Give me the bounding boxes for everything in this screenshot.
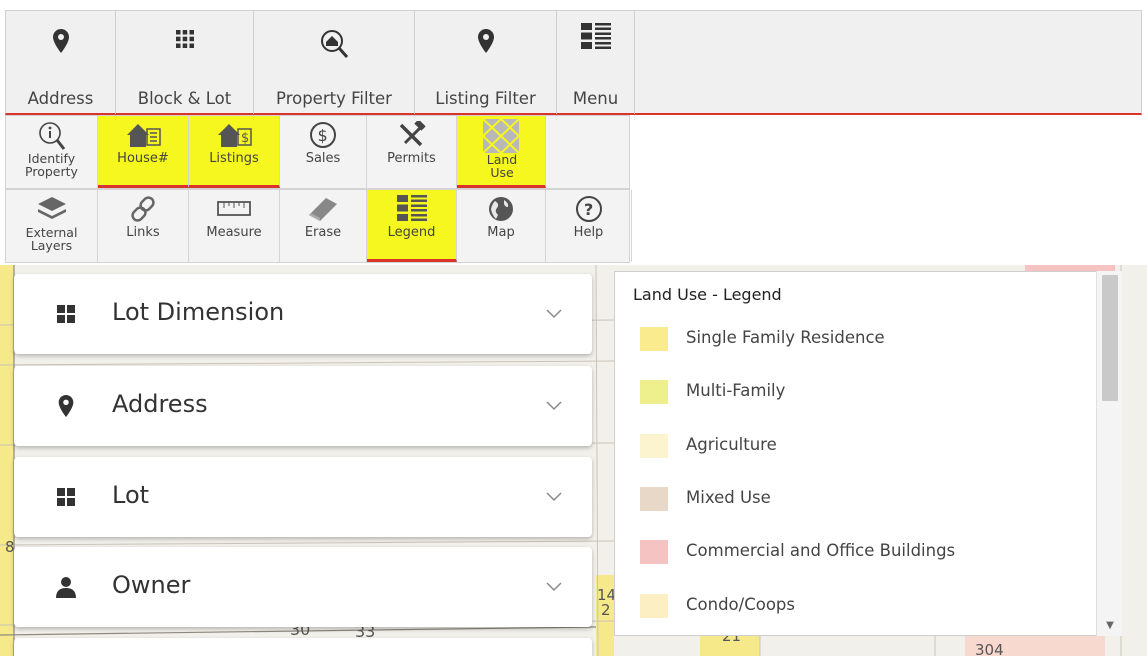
home-search-icon bbox=[319, 29, 349, 59]
chevron-down-icon[interactable] bbox=[546, 577, 562, 596]
toolbar-item-label: Listing Filter bbox=[435, 89, 536, 108]
next-panel[interactable] bbox=[14, 638, 592, 656]
tool-label: Help bbox=[573, 225, 604, 240]
chevron-down-icon[interactable] bbox=[546, 487, 562, 506]
globe-icon bbox=[487, 195, 515, 225]
tool-label: Erase bbox=[304, 225, 342, 240]
identify-property-button[interactable]: Identify Property bbox=[6, 116, 98, 188]
tool-label: Measure bbox=[206, 225, 262, 240]
toolbar-item-label: Property Filter bbox=[276, 89, 392, 108]
legend-label: Multi-Family bbox=[686, 381, 786, 400]
house-number-icon bbox=[125, 121, 161, 151]
map-marker-icon bbox=[477, 29, 494, 59]
tool-label: Map bbox=[487, 225, 515, 240]
info-magnifier-icon bbox=[37, 121, 67, 151]
question-circle-icon: ? bbox=[575, 195, 603, 225]
legend-label: Condo/Coops bbox=[686, 595, 795, 614]
tool-label: Links bbox=[126, 225, 160, 240]
panel-title: Owner bbox=[112, 571, 191, 599]
listing-filter-button[interactable]: Listing Filter bbox=[415, 11, 557, 114]
sales-button[interactable]: $ Sales bbox=[280, 116, 367, 188]
legend-swatch bbox=[640, 434, 668, 458]
tool-label: Permits bbox=[387, 151, 436, 166]
chevron-down-icon[interactable] bbox=[546, 396, 562, 415]
house-number-button[interactable]: House# bbox=[98, 116, 189, 188]
grid-icon bbox=[54, 485, 78, 509]
tool-label: Land Use bbox=[486, 152, 518, 180]
links-button[interactable]: Links bbox=[98, 190, 189, 262]
house-dollar-icon: $ bbox=[216, 121, 252, 151]
legend-scrollbar[interactable]: ▲ ▼ bbox=[1096, 271, 1122, 636]
legend-swatch bbox=[640, 327, 668, 351]
map-lot-label: 2 bbox=[601, 601, 611, 619]
tools-icon bbox=[397, 119, 427, 151]
legend-swatch bbox=[640, 487, 668, 511]
permits-button[interactable]: Permits bbox=[367, 116, 457, 188]
legend-swatch bbox=[640, 540, 668, 564]
tool-label: Legend bbox=[387, 225, 436, 240]
legend-swatch bbox=[640, 380, 668, 404]
layers-icon bbox=[37, 195, 67, 225]
chevron-down-icon[interactable] bbox=[546, 304, 562, 323]
link-icon bbox=[129, 195, 157, 225]
map-button[interactable]: Map bbox=[457, 190, 546, 262]
legend-swatch bbox=[640, 594, 668, 618]
legend-label: Mixed Use bbox=[686, 488, 771, 507]
map-lot-label: 304 bbox=[975, 641, 1004, 656]
lot-panel[interactable]: Lot bbox=[14, 457, 592, 537]
land-use-icon bbox=[481, 117, 521, 155]
toolbar-item-label: Menu bbox=[572, 89, 619, 108]
help-button[interactable]: ? Help bbox=[546, 190, 632, 262]
owner-panel[interactable]: Owner bbox=[14, 547, 592, 627]
svg-text:?: ? bbox=[584, 200, 593, 219]
dollar-circle-icon: $ bbox=[309, 121, 337, 151]
external-layers-button[interactable]: External Layers bbox=[6, 190, 98, 262]
legend-label: Commercial and Office Buildings bbox=[686, 541, 956, 560]
user-icon bbox=[54, 575, 78, 599]
tool-label: Sales bbox=[305, 151, 341, 166]
scroll-thumb[interactable] bbox=[1102, 275, 1118, 401]
scroll-down-icon[interactable]: ▼ bbox=[1097, 618, 1123, 634]
panel-title: Lot bbox=[112, 481, 150, 509]
panel-title: Address bbox=[112, 390, 208, 418]
legend-title: Land Use - Legend bbox=[633, 285, 782, 304]
menu-button[interactable]: Menu bbox=[557, 11, 635, 114]
land-use-legend-panel: Land Use - Legend Single Family Residenc… bbox=[614, 271, 1121, 636]
property-filter-button[interactable]: Property Filter bbox=[254, 11, 415, 114]
legend-icon bbox=[396, 195, 427, 225]
grid-icon bbox=[54, 302, 78, 326]
lot-dimension-panel[interactable]: Lot Dimension bbox=[14, 274, 592, 354]
tool-label: House# bbox=[117, 151, 169, 166]
legend-label: Single Family Residence bbox=[686, 328, 885, 347]
tool-label: Listings bbox=[209, 151, 259, 166]
svg-text:$: $ bbox=[318, 126, 328, 145]
tool-label: External Layers bbox=[25, 225, 78, 253]
legend-button[interactable]: Legend bbox=[367, 190, 457, 262]
tool-row-utilities: External Layers Links Measure Erase Lege… bbox=[5, 189, 632, 263]
map-marker-icon bbox=[54, 394, 78, 418]
panel-title: Lot Dimension bbox=[112, 298, 285, 326]
address-panel[interactable]: Address bbox=[14, 366, 592, 446]
land-use-button[interactable]: Land Use bbox=[457, 116, 546, 188]
legend-label: Agriculture bbox=[686, 435, 777, 454]
map-marker-icon bbox=[52, 29, 69, 59]
listings-button[interactable]: $ Listings bbox=[189, 116, 280, 188]
block-lot-search-button[interactable]: Block & Lot bbox=[116, 11, 254, 114]
grid-icon bbox=[175, 29, 195, 59]
list-menu-icon bbox=[580, 23, 611, 53]
eraser-icon bbox=[306, 195, 340, 225]
erase-button[interactable]: Erase bbox=[280, 190, 367, 262]
svg-text:$: $ bbox=[241, 131, 249, 146]
toolbar-item-label: Address bbox=[27, 89, 94, 108]
tool-label: Identify Property bbox=[25, 151, 78, 179]
toolbar-item-label: Block & Lot bbox=[137, 89, 232, 108]
address-search-button[interactable]: Address bbox=[6, 11, 116, 114]
tool-row-layers: Identify Property House# $ Listings $ Sa… bbox=[5, 115, 630, 189]
main-toolbar: Address Block & Lot Property Filter List… bbox=[5, 10, 1142, 115]
measure-button[interactable]: Measure bbox=[189, 190, 280, 262]
